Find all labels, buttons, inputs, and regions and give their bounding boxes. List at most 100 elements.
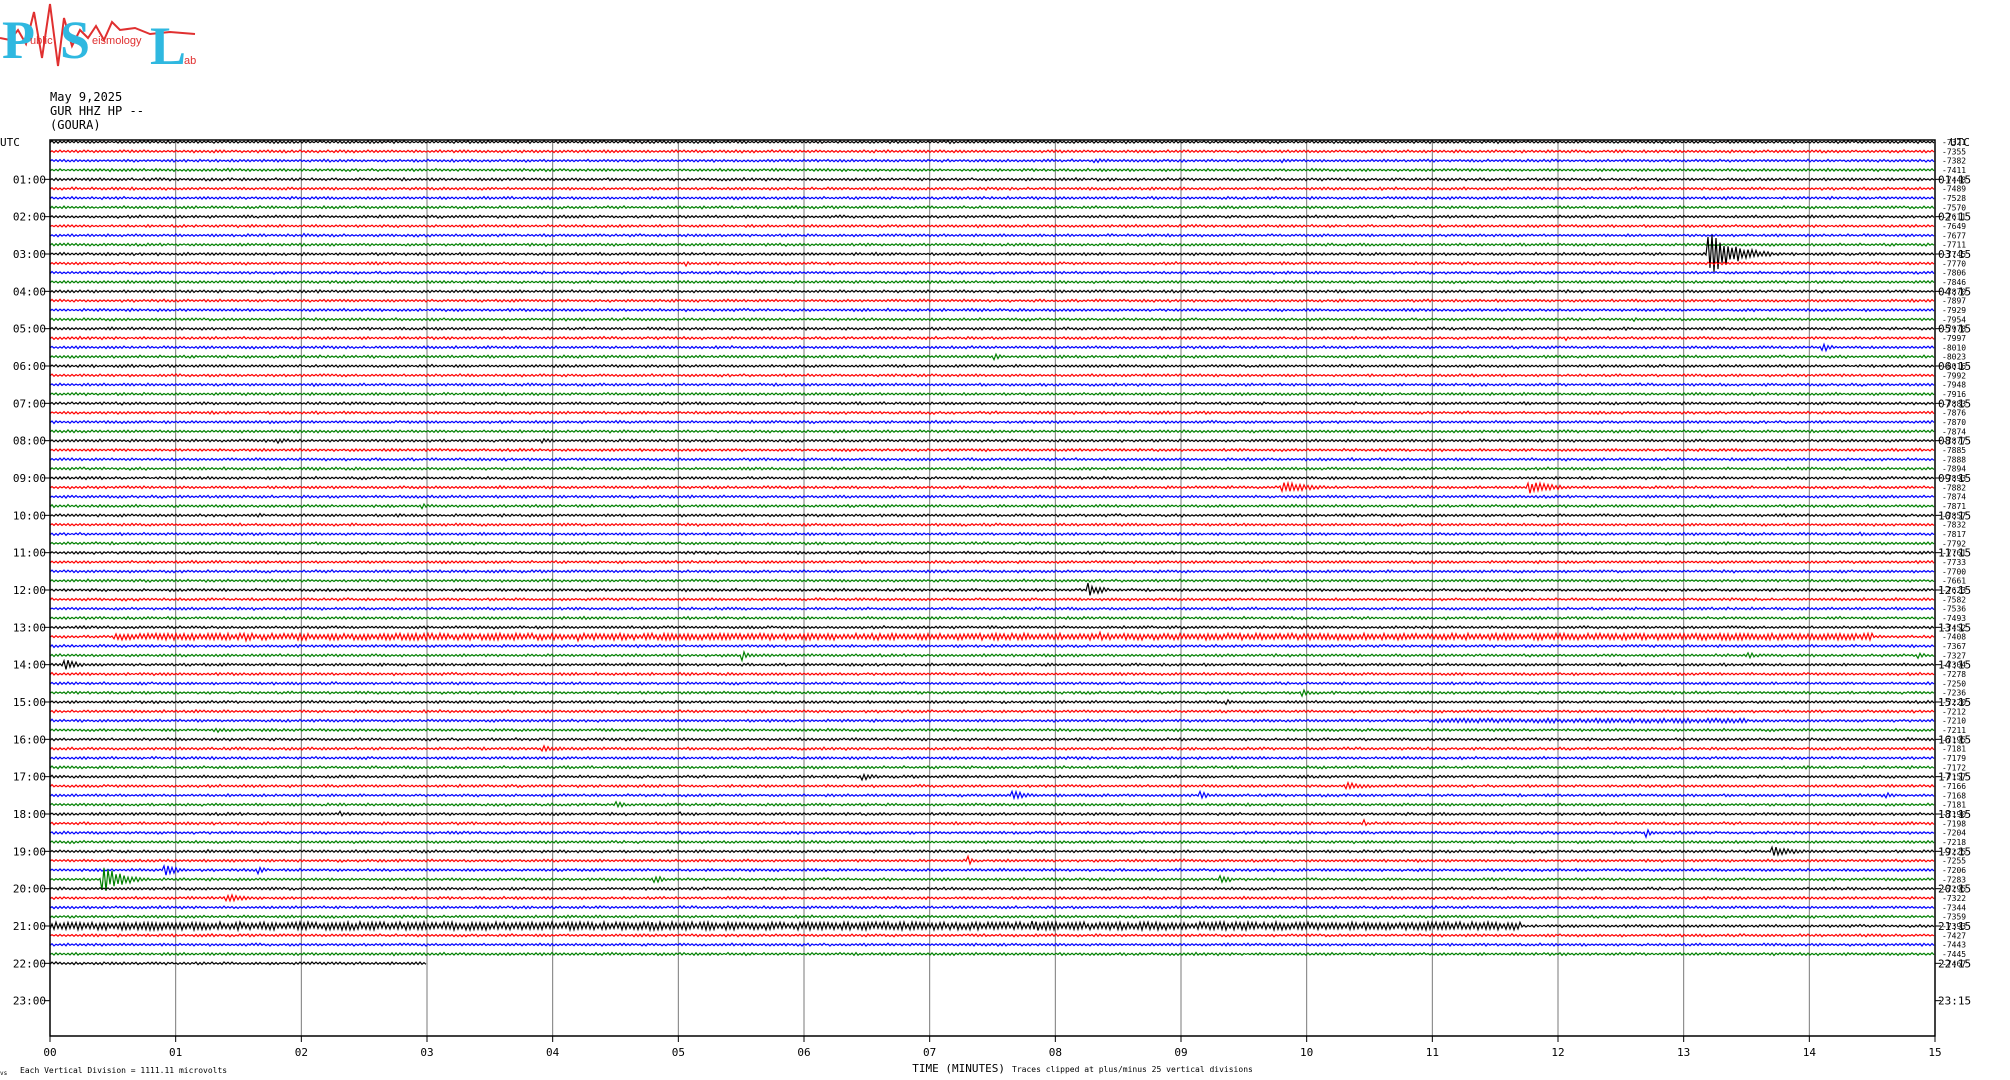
trace-row-53: [49, 630, 1935, 643]
trace-row-10: [49, 232, 1935, 238]
trace-row-85: [49, 932, 1935, 938]
trace-row-30: [49, 419, 1935, 425]
trace-row-32: [49, 437, 1935, 445]
right-hour-label-16: 16:15: [1938, 733, 1971, 746]
trace-row-59: [49, 688, 1935, 698]
trace-row-17: [49, 298, 1935, 304]
trace-row-84: [49, 919, 1935, 933]
trace-row-46: [49, 568, 1935, 574]
trace-row-25: [49, 372, 1935, 378]
trace-row-27: [49, 391, 1935, 397]
row-offset-label-6: -7528: [1942, 194, 1966, 203]
left-hour-label-17: 17:00: [13, 771, 46, 784]
trace-row-40: [49, 512, 1935, 518]
footer-division-note: Each Vertical Division = 1111.11 microvo…: [20, 1066, 227, 1075]
vertical-grid: [175, 140, 1810, 1036]
left-hour-label-18: 18:00: [13, 808, 46, 821]
corner-mark: vs: [0, 1070, 8, 1077]
trace-row-66: [49, 755, 1935, 761]
trace-row-88: [49, 961, 427, 966]
trace-row-87: [49, 951, 1935, 957]
left-axis-title: UTC: [0, 136, 20, 149]
right-hour-label-13: 13:15: [1938, 621, 1971, 634]
trace-row-33: [49, 447, 1935, 453]
trace-row-1: [49, 148, 1935, 154]
left-hour-label-8: 08:00: [13, 435, 46, 448]
trace-row-20: [49, 326, 1935, 332]
trace-row-71: [49, 800, 1935, 809]
x-tick-label-8: 08: [1049, 1046, 1062, 1059]
row-offset-label-54: -7367: [1942, 642, 1966, 651]
row-offset-label-22: -8010: [1942, 343, 1966, 352]
right-hour-label-12: 12:15: [1938, 584, 1971, 597]
trace-row-4: [49, 176, 1935, 182]
trace-row-70: [49, 789, 1935, 801]
trace-row-12: [49, 235, 1935, 272]
trace-row-69: [49, 780, 1935, 791]
row-offset-label-86: -7443: [1942, 941, 1966, 950]
right-hour-label-11: 11:15: [1938, 547, 1971, 560]
helicorder-chart: -7321-7355-7382-7411-7448-7489-7528-7570…: [0, 136, 1971, 1077]
trace-row-63: [49, 727, 1935, 734]
right-hour-label-3: 03:15: [1938, 248, 1971, 261]
trace-row-38: [49, 494, 1935, 500]
row-offset-label-82: -7344: [1942, 903, 1966, 912]
right-hour-label-4: 04:15: [1938, 285, 1971, 298]
right-hour-label-1: 01:15: [1938, 173, 1971, 186]
x-tick-label-9: 09: [1174, 1046, 1187, 1059]
trace-row-67: [49, 764, 1935, 770]
trace-row-26: [49, 382, 1935, 388]
trace-row-62: [49, 717, 1935, 725]
trace-row-7: [49, 204, 1935, 210]
right-axis-title: UTC: [1950, 136, 1970, 149]
row-offset-label-10: -7677: [1942, 231, 1966, 240]
right-hour-label-17: 17:15: [1938, 771, 1971, 784]
trace-row-55: [49, 649, 1935, 663]
trace-row-82: [49, 904, 1935, 910]
right-hour-label-15: 15:15: [1938, 696, 1971, 709]
trace-row-42: [49, 531, 1935, 537]
x-tick-label-12: 12: [1551, 1046, 1564, 1059]
trace-row-41: [49, 522, 1935, 528]
x-tick-label-1: 01: [169, 1046, 182, 1059]
left-hour-label-9: 09:00: [13, 472, 46, 485]
right-hour-label-21: 21:15: [1938, 920, 1971, 933]
x-tick-label-13: 13: [1677, 1046, 1690, 1059]
trace-row-13: [49, 260, 1935, 268]
row-offset-label-66: -7179: [1942, 754, 1966, 763]
trace-row-45: [49, 559, 1935, 565]
trace-row-24: [49, 363, 1935, 369]
trace-row-28: [49, 400, 1935, 406]
row-offset-label-14: -7806: [1942, 269, 1966, 278]
right-hour-label-8: 08:15: [1938, 435, 1971, 448]
left-hour-label-2: 02:00: [13, 211, 46, 224]
left-hour-label-1: 01:00: [13, 173, 46, 186]
trace-row-2: [49, 158, 1935, 164]
right-hour-label-18: 18:15: [1938, 808, 1971, 821]
left-hour-label-3: 03:00: [13, 248, 46, 261]
trace-row-0: [49, 139, 1935, 145]
trace-row-34: [49, 456, 1935, 462]
row-offset-label-78: -7206: [1942, 866, 1966, 875]
x-tick-label-4: 04: [546, 1046, 560, 1059]
x-tick-label-6: 06: [797, 1046, 810, 1059]
trace-row-72: [49, 810, 1935, 817]
left-hour-label-7: 07:00: [13, 397, 46, 410]
left-hour-label-11: 11:00: [13, 547, 46, 560]
trace-row-81: [49, 893, 1935, 903]
right-hour-label-20: 20:15: [1938, 883, 1971, 896]
row-offset-label-26: -7948: [1942, 381, 1966, 390]
x-tick-label-2: 02: [295, 1046, 308, 1059]
trace-row-50: [49, 606, 1935, 612]
trace-row-77: [49, 854, 1935, 866]
right-hour-label-14: 14:15: [1938, 659, 1971, 672]
left-hour-label-6: 06:00: [13, 360, 46, 373]
trace-row-52: [49, 624, 1935, 630]
trace-row-6: [49, 195, 1935, 201]
right-hour-label-10: 10:15: [1938, 509, 1971, 522]
left-hour-label-14: 14:00: [13, 659, 46, 672]
left-hour-label-4: 04:00: [13, 285, 46, 298]
trace-row-73: [49, 818, 1935, 827]
left-hour-label-20: 20:00: [13, 883, 46, 896]
trace-row-8: [49, 214, 1935, 220]
